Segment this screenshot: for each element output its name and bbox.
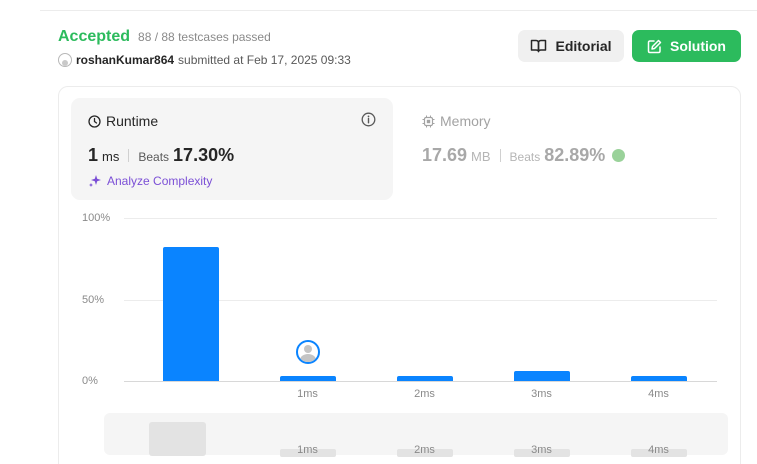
y-tick-label: 0% [82,375,98,387]
sparkle-icon [89,175,101,187]
memory-unit: MB [471,149,491,164]
x-tick-label: 1ms [297,388,318,400]
runtime-title-label: Runtime [106,113,159,129]
memory-tab[interactable]: Memory [422,113,491,129]
chart-bar[interactable] [630,376,687,381]
submission-status-row: Accepted 88 / 88 testcases passed [58,28,271,46]
submitter-username[interactable]: roshanKumar864 [76,53,174,67]
editorial-button[interactable]: Editorial [518,30,624,62]
top-divider [40,10,757,11]
scrubber-label: 3ms [531,444,552,456]
analyze-complexity-link[interactable]: Analyze Complexity [88,174,212,188]
clock-icon [88,114,101,128]
chart-bar[interactable] [279,376,336,381]
memory-metric: 17.69 MB Beats 82.89% [422,145,626,166]
x-tick-label: 3ms [531,388,552,400]
runtime-metric: 1 ms Beats 17.30% [88,145,234,166]
info-icon[interactable] [361,112,376,127]
status-accepted: Accepted [58,28,131,45]
editorial-label: Editorial [555,38,612,54]
x-tick-label: 4ms [648,388,669,400]
runtime-beats-label: Beats [138,150,170,164]
memory-separator [499,149,501,162]
runtime-value: 1 [88,145,99,165]
scrubber-handle[interactable] [149,422,206,456]
y-tick-label: 50% [82,293,105,306]
solution-button[interactable]: Solution [632,30,741,62]
scrubber-label: 1ms [297,444,318,456]
chart-bar[interactable] [396,376,453,381]
scrubber-label: 2ms [414,444,435,456]
chart-bar[interactable] [162,247,219,381]
beats-emoji-icon [612,149,626,162]
runtime-unit: ms [102,149,120,164]
runtime-beats-value: 17.30% [173,145,235,165]
memory-chip-icon [422,115,435,127]
y-tick-label: 100% [82,212,111,224]
analyze-complexity-label: Analyze Complexity [107,174,213,188]
user-avatar-icon[interactable] [58,53,72,67]
runtime-title: Runtime [88,113,158,129]
submitter-row: roshanKumar864 submitted at Feb 17, 2025… [58,53,351,67]
x-tick-label: 2ms [414,388,435,400]
book-icon [531,39,547,53]
memory-beats-value: 82.89% [544,145,606,165]
edit-icon [647,39,662,53]
chart-bar[interactable] [513,371,570,381]
grid-line [124,218,717,219]
memory-title-label: Memory [440,113,491,129]
submitted-at: submitted at Feb 17, 2025 09:33 [178,53,351,67]
grid-line [124,381,717,382]
runtime-separator [128,149,130,162]
solution-label: Solution [670,38,726,54]
my-submission-marker-icon[interactable] [295,340,320,365]
memory-beats-label: Beats [509,150,541,164]
scrubber-label: 4ms [648,444,669,456]
testcases-passed: 88 / 88 testcases passed [138,30,271,44]
memory-value: 17.69 [422,145,468,165]
